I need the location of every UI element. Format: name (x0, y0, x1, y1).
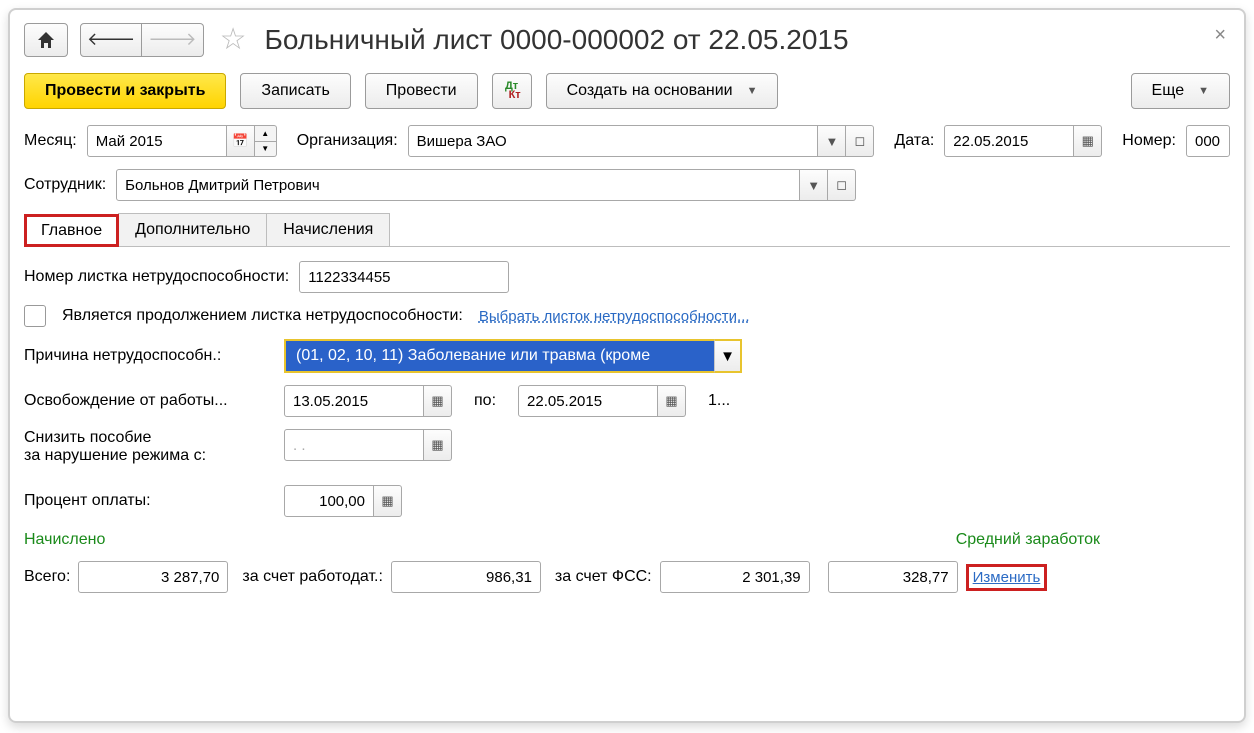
date-input[interactable]: 22.05.2015 (944, 125, 1074, 157)
reason-input[interactable]: (01, 02, 10, 11) Заболевание или травма … (284, 339, 714, 373)
org-dropdown-icon[interactable]: ▼ (818, 125, 846, 157)
number-input[interactable]: 000 (1186, 125, 1230, 157)
tab-extra[interactable]: Дополнительно (118, 213, 267, 246)
offwork-label: Освобождение от работы... (24, 392, 274, 410)
month-picker-icon[interactable]: 📅 (227, 125, 255, 157)
month-label: Месяц: (24, 132, 77, 150)
more-button[interactable]: Еще▼ (1131, 73, 1230, 109)
employer-label: за счет работодат.: (242, 568, 383, 586)
date-picker-icon[interactable]: ▦ (1074, 125, 1102, 157)
dtkt-button[interactable]: Дт Кт (492, 73, 532, 109)
offwork-to-label: по: (474, 392, 496, 410)
date-label: Дата: (894, 132, 934, 150)
more-label: Еще (1152, 82, 1185, 100)
employee-input[interactable]: Больнов Дмитрий Петрович (116, 169, 800, 201)
reason-dropdown-icon[interactable]: ▼ (714, 339, 742, 373)
month-input[interactable]: Май 2015 (87, 125, 227, 157)
offwork-days: 1... (708, 392, 730, 410)
org-label: Организация: (297, 132, 398, 150)
employee-dropdown-icon[interactable]: ▼ (800, 169, 828, 201)
org-open-icon[interactable]: ◻ (846, 125, 874, 157)
back-button[interactable]: 🡐 (80, 23, 142, 57)
save-button[interactable]: Записать (240, 73, 350, 109)
home-button[interactable] (24, 23, 68, 57)
percent-input[interactable]: 100,00 (284, 485, 374, 517)
close-icon[interactable]: × (1214, 24, 1226, 47)
offwork-from-input[interactable]: 13.05.2015 (284, 385, 424, 417)
reason-label: Причина нетрудоспособн.: (24, 347, 274, 365)
fss-label: за счет ФСС: (555, 568, 652, 586)
tab-accruals[interactable]: Начисления (266, 213, 390, 246)
continuation-label: Является продолжением листка нетрудоспос… (62, 307, 463, 325)
reduce-label-2: за нарушение режима с: (24, 447, 274, 465)
org-input[interactable]: Вишера ЗАО (408, 125, 819, 157)
number-label: Номер: (1122, 132, 1176, 150)
employer-value: 986,31 (391, 561, 541, 593)
page-title: Больничный лист 0000-000002 от 22.05.201… (264, 24, 848, 56)
post-and-close-button[interactable]: Провести и закрыть (24, 73, 226, 109)
offwork-from-picker-icon[interactable]: ▦ (424, 385, 452, 417)
employee-open-icon[interactable]: ◻ (828, 169, 856, 201)
month-spinner[interactable]: ▲▼ (255, 125, 277, 157)
percent-label: Процент оплаты: (24, 492, 274, 510)
select-cert-link[interactable]: Выбрать листок нетрудоспособности... (479, 308, 750, 325)
create-based-button[interactable]: Создать на основании▼ (546, 73, 779, 109)
continuation-checkbox[interactable] (24, 305, 46, 327)
fss-value: 2 301,39 (660, 561, 810, 593)
cert-no-label: Номер листка нетрудоспособности: (24, 268, 289, 286)
reduce-date-input[interactable]: . . (284, 429, 424, 461)
accrued-header: Начислено (24, 531, 105, 549)
employee-label: Сотрудник: (24, 176, 106, 194)
favorite-icon[interactable]: ☆ (220, 22, 247, 57)
total-label: Всего: (24, 568, 70, 586)
tab-main[interactable]: Главное (24, 214, 119, 247)
change-link[interactable]: Изменить (973, 569, 1041, 586)
total-value: 3 287,70 (78, 561, 228, 593)
offwork-to-input[interactable]: 22.05.2015 (518, 385, 658, 417)
post-button[interactable]: Провести (365, 73, 478, 109)
create-based-label: Создать на основании (567, 82, 733, 100)
avg-header: Средний заработок (956, 531, 1100, 549)
reduce-label-1: Снизить пособие (24, 429, 274, 447)
offwork-to-picker-icon[interactable]: ▦ (658, 385, 686, 417)
reduce-date-picker-icon[interactable]: ▦ (424, 429, 452, 461)
percent-calc-icon[interactable]: ▦ (374, 485, 402, 517)
cert-no-input[interactable]: 1122334455 (299, 261, 509, 293)
avg-value: 328,77 (828, 561, 958, 593)
forward-button[interactable]: 🡒 (142, 23, 203, 57)
